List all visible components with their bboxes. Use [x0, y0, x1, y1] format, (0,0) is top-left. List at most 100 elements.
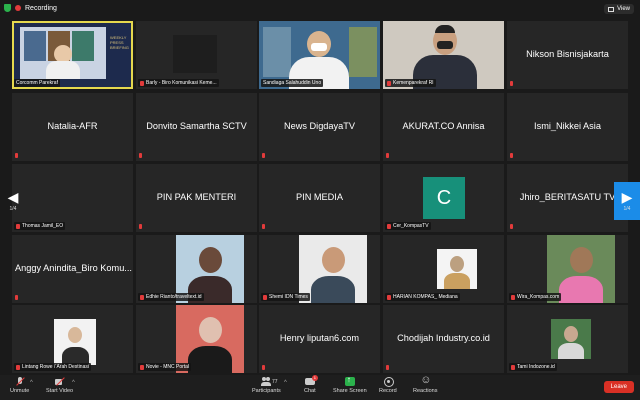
share-screen-button[interactable]: Share Screen — [333, 375, 367, 394]
participants-label: Participants — [252, 388, 281, 394]
meeting-toolbar: Unmute ^ Start Video ^ Participants 77 ^… — [0, 374, 640, 400]
participant-tile[interactable]: Chodijah Industry.co.id — [383, 305, 504, 373]
chat-badge: 1 — [311, 375, 318, 381]
participant-tile[interactable]: C Cer_KompasTV — [383, 164, 504, 232]
participant-label-text: Edhie Rianto/traveltext.id — [146, 294, 202, 300]
microphone-muted-icon — [140, 80, 144, 86]
participant-tile[interactable]: Nikson Bisnisjakarta — [507, 21, 628, 89]
participant-name: PIN MEDIA — [296, 192, 343, 203]
microphone-muted-icon — [387, 223, 391, 229]
chevron-left-icon: ◀ — [7, 189, 19, 205]
participant-tile[interactable]: Sandiaga Salahuddin Uno — [259, 21, 380, 89]
participant-tile[interactable]: Natalia-AFR — [12, 93, 133, 161]
start-video-button[interactable]: Start Video — [46, 377, 73, 394]
unmute-label: Unmute — [10, 388, 30, 394]
microphone-muted-icon — [138, 224, 144, 230]
participant-label-text: Sandiaga Salahuddin Uno — [263, 80, 322, 86]
participant-tile[interactable]: Shemi IDN Times — [259, 235, 380, 303]
microphone-muted-icon — [387, 80, 391, 86]
microphone-muted-icon — [511, 364, 515, 370]
participant-label: Thomas Jamil_EO — [14, 222, 66, 230]
participant-tile[interactable]: PIN PAK MENTERI — [136, 164, 257, 232]
participant-tile[interactable]: PIN MEDIA — [259, 164, 380, 232]
chat-button[interactable]: 1 Chat — [304, 375, 318, 394]
presentation-video: WEEKLY PRESS BRIEFING — [14, 23, 131, 87]
participant-tile[interactable]: Jhiro_BERITASATU TV — [507, 164, 628, 232]
participant-label-text: Thomas Jamil_EO — [22, 223, 64, 229]
start-video-label: Start Video — [46, 388, 74, 394]
microphone-muted-icon — [511, 294, 515, 300]
participant-label-text: Corcomm Parekraf — [16, 80, 58, 86]
previous-page-button[interactable]: ◀ 1/4 — [0, 182, 26, 220]
participant-name: Ismi_Nikkei Asia — [534, 121, 601, 132]
participant-label: Wira_Kompas.com — [509, 293, 562, 301]
participant-label-text: Cer_KompasTV — [393, 223, 429, 229]
reactions-icon — [420, 374, 431, 386]
participant-label-text: Lintang Rowe / Arah Destinasi — [22, 364, 89, 370]
microphone-muted-icon — [261, 365, 267, 371]
video-options-caret[interactable]: ^ — [72, 380, 75, 386]
participant-label-text: Novie - MNC Portal — [146, 364, 190, 370]
participant-label: HARIAN KOMPAS_ Mediana — [385, 293, 460, 301]
participants-count: 77 — [272, 379, 278, 385]
participant-label-text: HARIAN KOMPAS_ Mediana — [393, 294, 458, 300]
recording-label: Recording — [25, 4, 57, 12]
microphone-muted-icon — [509, 81, 515, 87]
page-indicator-right: 1/4 — [623, 206, 631, 212]
participant-label: Cer_KompasTV — [385, 222, 431, 230]
grid-view-icon — [608, 6, 615, 12]
reactions-button[interactable]: Reactions — [413, 374, 438, 394]
chevron-right-icon: ▶ — [621, 189, 633, 205]
recording-indicator[interactable]: Recording — [4, 4, 57, 12]
participant-name: Nikson Bisnisjakarta — [526, 49, 609, 60]
reactions-label: Reactions — [413, 388, 438, 394]
microphone-muted-icon — [140, 294, 144, 300]
microphone-muted-icon — [263, 294, 267, 300]
microphone-muted-icon — [261, 224, 267, 230]
participant-tile[interactable]: Tami Indozone.id — [507, 305, 628, 373]
participant-tile[interactable]: Lintang Rowe / Arah Destinasi — [12, 305, 133, 373]
participant-tile[interactable]: AKURAT.CO Annisa — [383, 93, 504, 161]
participants-options-caret[interactable]: ^ — [284, 380, 287, 386]
participant-name: AKURAT.CO Annisa — [402, 121, 485, 132]
microphone-muted-icon — [385, 153, 391, 159]
participant-tile[interactable]: Thomas Jamil_EO — [12, 164, 133, 232]
share-screen-icon — [344, 375, 355, 386]
record-button[interactable]: Record — [379, 377, 397, 394]
participant-label: Sandiaga Salahuddin Uno — [261, 79, 324, 87]
microphone-muted-icon — [16, 223, 20, 229]
participant-tile[interactable]: Wira_Kompas.com — [507, 235, 628, 303]
profile-photo — [437, 249, 477, 289]
participant-tile[interactable]: HARIAN KOMPAS_ Mediana — [383, 235, 504, 303]
participants-icon — [261, 377, 272, 386]
participant-label-text: Barly - Biro Komunikasi Keme... — [146, 80, 217, 86]
participant-label-text: Kemenparekraf RI — [393, 80, 434, 86]
participant-name: PIN PAK MENTERI — [156, 192, 237, 203]
microphone-muted-icon — [138, 153, 144, 159]
audio-options-caret[interactable]: ^ — [30, 380, 33, 386]
page-indicator-left: 1/4 — [9, 206, 17, 212]
next-page-button[interactable]: ▶ 1/4 — [614, 182, 640, 220]
participant-tile[interactable]: News DigdayaTV — [259, 93, 380, 161]
leave-button[interactable]: Leave — [603, 381, 634, 393]
share-screen-label: Share Screen — [333, 388, 367, 394]
participant-tile[interactable]: Kemenparekraf RI — [383, 21, 504, 89]
participant-tile[interactable]: Novie - MNC Portal — [136, 305, 257, 373]
microphone-muted-icon — [140, 364, 144, 370]
participant-name: Chodijah Industry.co.id — [397, 333, 490, 344]
view-button[interactable]: View — [604, 4, 634, 14]
unmute-button[interactable]: Unmute — [10, 377, 29, 394]
participant-tile[interactable]: Ismi_Nikkei Asia — [507, 93, 628, 161]
participant-tile[interactable]: Henry liputan6.com — [259, 305, 380, 373]
top-bar: Recording View — [0, 0, 640, 20]
participant-tile[interactable]: Donvito Samartha SCTV — [136, 93, 257, 161]
participant-tile[interactable]: Barly - Biro Komunikasi Keme... — [136, 21, 257, 89]
participant-name: Jhiro_BERITASATU TV — [519, 192, 616, 203]
participant-tile[interactable]: Anggy Anindita_Biro Komu... — [12, 235, 133, 303]
participant-tile[interactable]: Edhie Rianto/traveltext.id — [136, 235, 257, 303]
microphone-muted-icon — [14, 295, 20, 301]
participant-tile[interactable]: WEEKLY PRESS BRIEFING Corcomm Parekraf — [12, 21, 133, 89]
participant-name: Donvito Samartha SCTV — [146, 121, 247, 132]
participant-label-text: Wira_Kompas.com — [517, 294, 560, 300]
participant-label: Edhie Rianto/traveltext.id — [138, 293, 204, 301]
